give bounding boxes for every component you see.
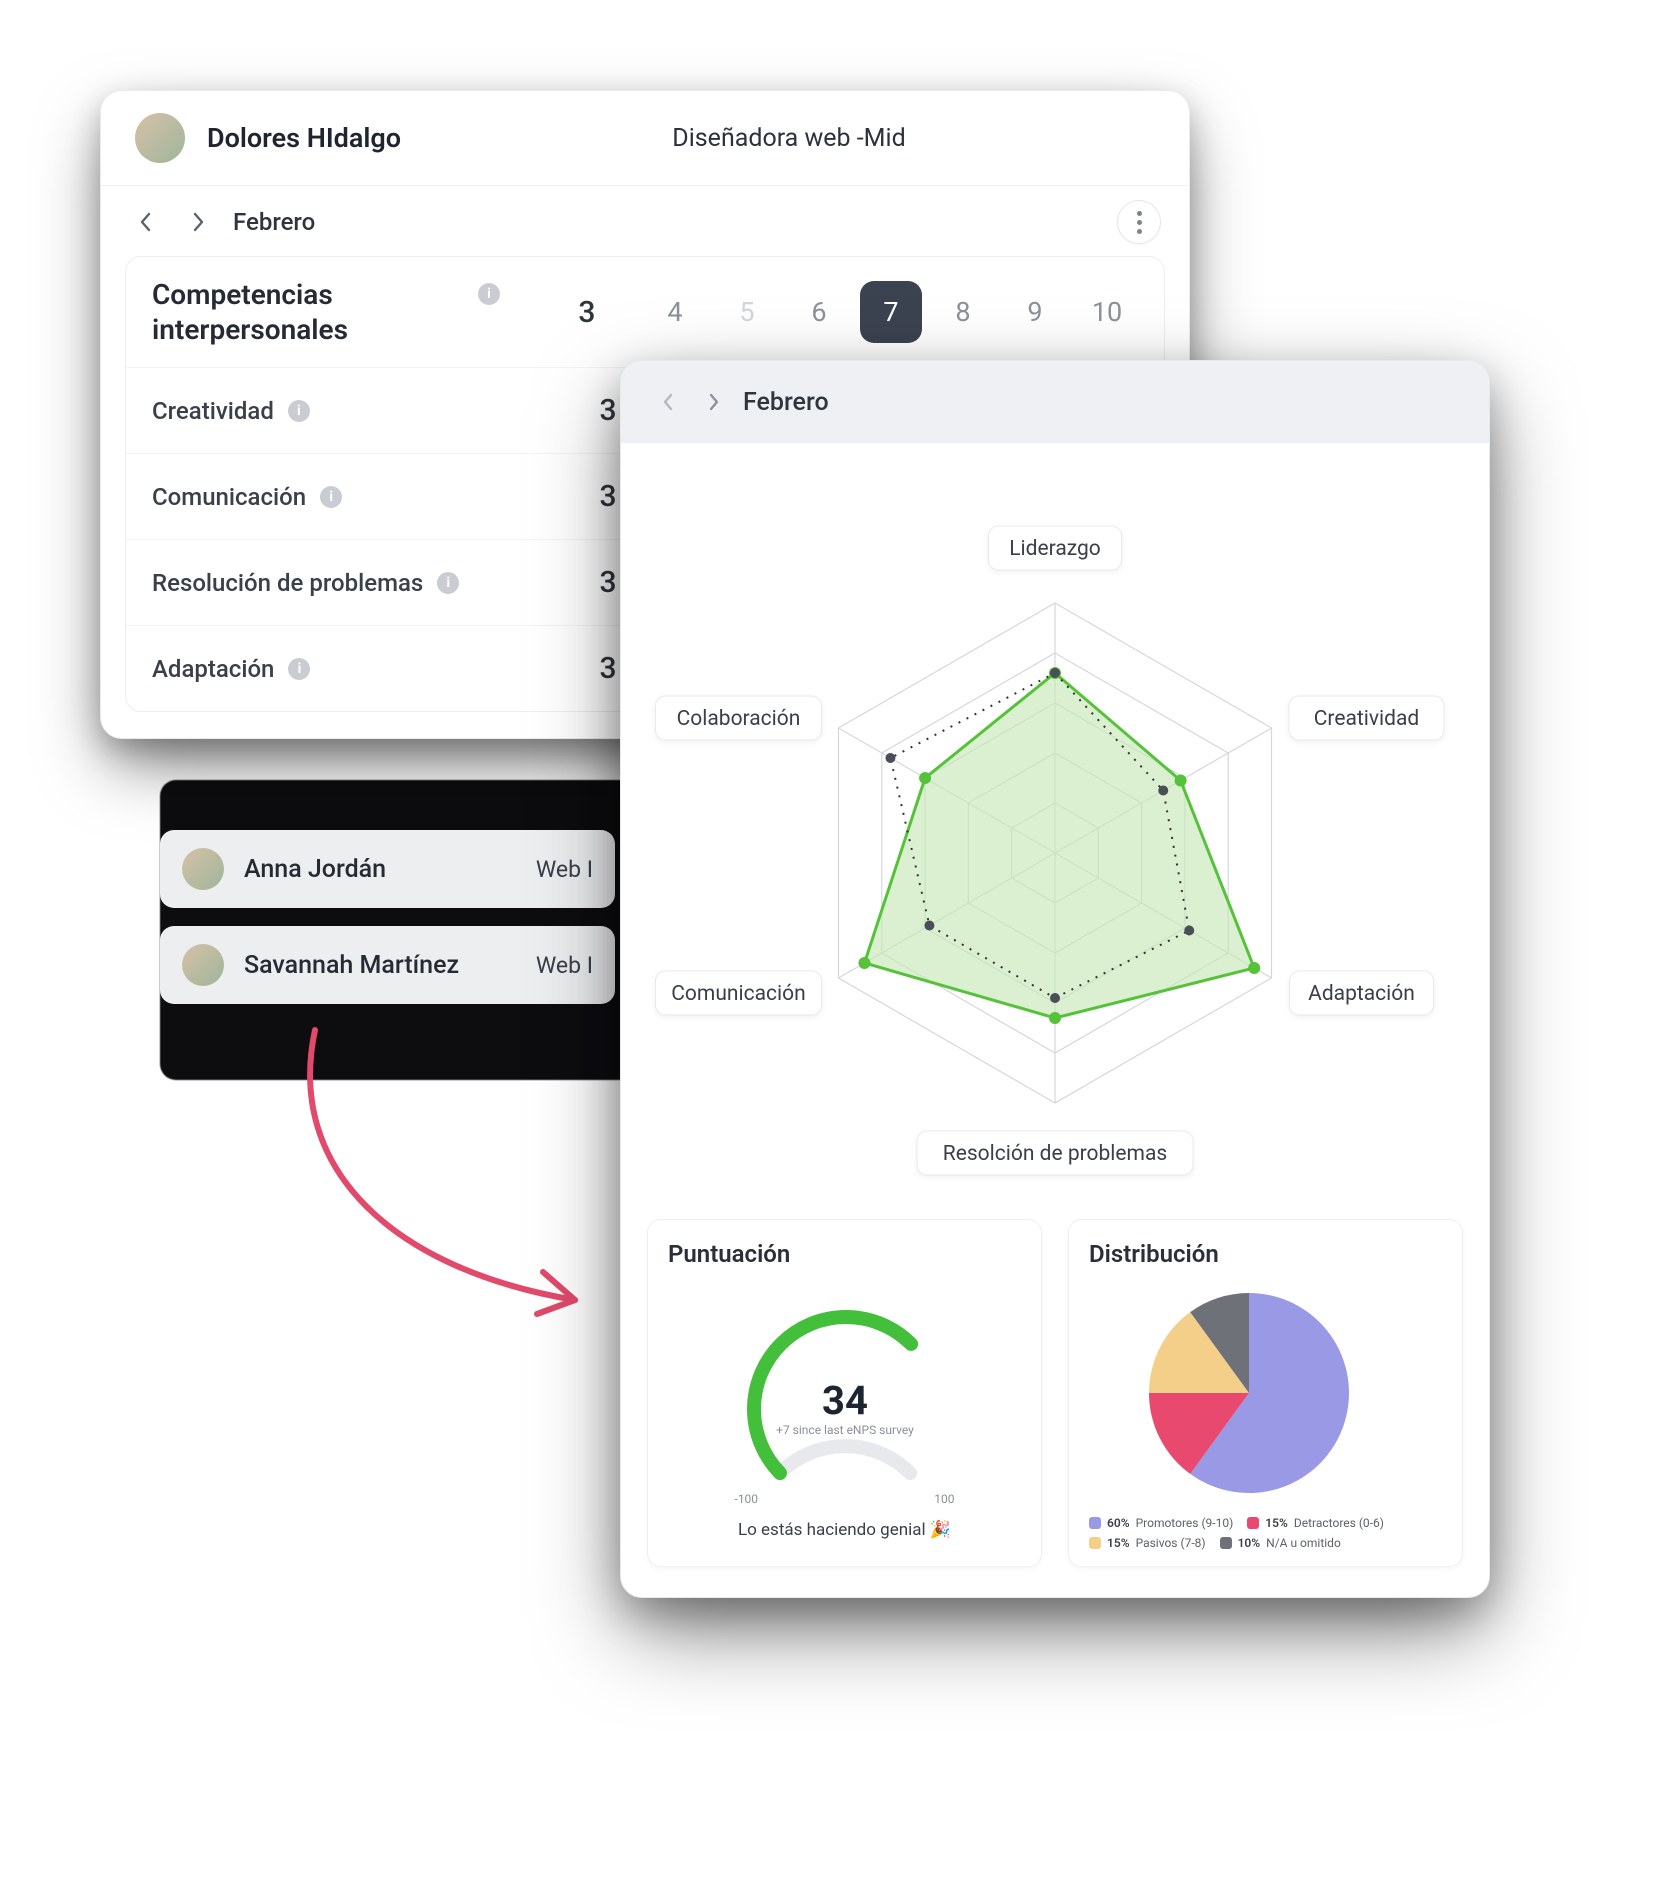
legend-item: 15% Pasivos (7-8) bbox=[1089, 1536, 1206, 1550]
pie-chart bbox=[1089, 1278, 1409, 1508]
distribution-card: Distribución 60% Promotores (9-10) 15% De… bbox=[1068, 1219, 1463, 1567]
svg-text:Comunicación: Comunicación bbox=[671, 982, 805, 1006]
next-month-button[interactable] bbox=[181, 205, 215, 239]
score-scale[interactable]: 45678910 bbox=[644, 281, 1138, 343]
competency-label: Resolución de problemas bbox=[152, 568, 423, 598]
distribution-title: Distribución bbox=[1089, 1240, 1442, 1268]
section-title: Competencias interpersonales bbox=[152, 277, 454, 347]
user-name: Dolores HIdalgo bbox=[207, 122, 401, 154]
scale-value-6[interactable]: 6 bbox=[788, 281, 850, 343]
info-icon[interactable]: i bbox=[288, 658, 310, 680]
person-role: Web I bbox=[536, 952, 593, 979]
radar-chart: Liderazgo Creatividad Adaptación Resolción … bbox=[621, 443, 1489, 1213]
person-name: Savannah Martínez bbox=[244, 951, 459, 980]
user-role: Diseñadora web -Mid bbox=[672, 124, 905, 153]
info-icon[interactable]: i bbox=[320, 486, 342, 508]
people-list: Anna Jordán Web I Savannah Martínez Web I bbox=[160, 830, 615, 1004]
scale-value-8[interactable]: 8 bbox=[932, 281, 994, 343]
gauge-chart: 34+7 since last eNPS survey bbox=[715, 1278, 975, 1498]
person-role: Web I bbox=[536, 856, 593, 883]
more-menu-button[interactable] bbox=[1117, 200, 1161, 244]
competency-label: Creatividad bbox=[152, 396, 274, 426]
legend-item: 15% Detractores (0-6) bbox=[1247, 1516, 1384, 1530]
person-row[interactable]: Anna Jordán Web I bbox=[160, 830, 615, 908]
scale-value-10[interactable]: 10 bbox=[1076, 281, 1138, 343]
section-score: 3 bbox=[530, 295, 644, 330]
svg-text:Colaboración: Colaboración bbox=[677, 707, 801, 731]
svg-text:Creatividad: Creatividad bbox=[1314, 707, 1420, 731]
score-card: Puntuación 34+7 since last eNPS survey -… bbox=[647, 1219, 1042, 1567]
avatar bbox=[182, 848, 224, 890]
svg-text:+7 since last eNPS survey: +7 since last eNPS survey bbox=[776, 1423, 914, 1437]
detail-month-label: Febrero bbox=[743, 388, 829, 417]
card-header: Dolores HIdalgo Diseñadora web -Mid bbox=[101, 91, 1189, 186]
info-icon[interactable]: i bbox=[288, 400, 310, 422]
pie-legend: 60% Promotores (9-10) 15% Detractores (0-… bbox=[1089, 1516, 1442, 1550]
detail-card: Febrero Liderazgo Creatividad Adaptación Re… bbox=[620, 360, 1490, 1598]
svg-text:Resolción de problemas: Resolción de problemas bbox=[943, 1142, 1167, 1166]
prev-month-button[interactable] bbox=[129, 205, 163, 239]
info-icon[interactable]: i bbox=[478, 283, 500, 305]
gauge-max: 100 bbox=[934, 1492, 954, 1506]
scale-value-9[interactable]: 9 bbox=[1004, 281, 1066, 343]
competency-label: Adaptación bbox=[152, 654, 274, 684]
month-label: Febrero bbox=[233, 208, 315, 236]
svg-text:Liderazgo: Liderazgo bbox=[1009, 537, 1101, 561]
prev-month-button-2[interactable] bbox=[651, 385, 685, 419]
month-nav: Febrero bbox=[101, 186, 1189, 250]
person-name: Anna Jordán bbox=[244, 855, 386, 884]
competency-label: Comunicación bbox=[152, 482, 306, 512]
next-month-button-2[interactable] bbox=[697, 385, 731, 419]
gauge-message: Lo estás haciendo genial 🎉 bbox=[738, 1520, 951, 1540]
score-title: Puntuación bbox=[668, 1240, 1021, 1268]
detail-header: Febrero bbox=[621, 361, 1489, 443]
person-row[interactable]: Savannah Martínez Web I bbox=[160, 926, 615, 1004]
scale-value-4[interactable]: 4 bbox=[644, 281, 706, 343]
legend-item: 10% N/A u omitido bbox=[1220, 1536, 1341, 1550]
avatar bbox=[135, 113, 185, 163]
info-icon[interactable]: i bbox=[437, 572, 459, 594]
legend-item: 60% Promotores (9-10) bbox=[1089, 1516, 1233, 1530]
scale-value-7[interactable]: 7 bbox=[860, 281, 922, 343]
avatar bbox=[182, 944, 224, 986]
section-header-row: Competencias interpersonales i 3 4567891… bbox=[126, 257, 1164, 367]
gauge-min: -100 bbox=[735, 1492, 759, 1506]
scale-value-5[interactable]: 5 bbox=[716, 281, 778, 343]
svg-text:Adaptación: Adaptación bbox=[1308, 982, 1415, 1006]
svg-text:34: 34 bbox=[822, 1377, 868, 1424]
